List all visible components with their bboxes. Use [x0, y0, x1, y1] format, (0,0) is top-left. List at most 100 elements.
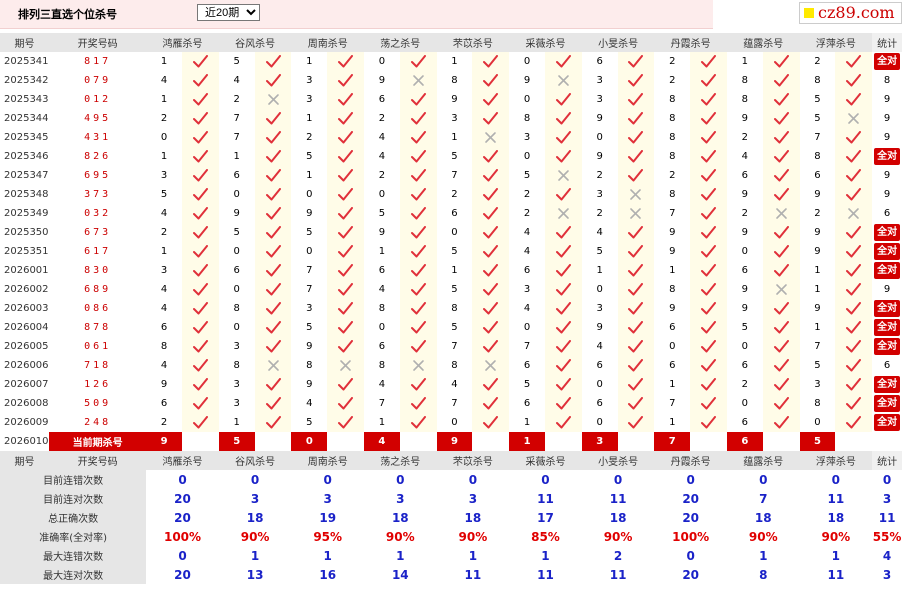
cross-icon: [399, 356, 437, 375]
logo-square-icon: [804, 8, 814, 18]
kill-number: 3: [218, 394, 255, 413]
check-icon: [544, 185, 582, 204]
check-icon: [762, 299, 800, 318]
kill-number: 8: [218, 356, 255, 375]
check-icon: [544, 375, 582, 394]
check-icon: [762, 147, 800, 166]
kill-number: 4: [146, 280, 182, 299]
all-correct-badge: 全对: [874, 376, 901, 393]
kill-number: 0: [291, 185, 328, 204]
table-row: 2025343 012 1 2 3 6 9 0 3 8 8 5 9: [0, 90, 902, 109]
kill-number: 4: [436, 375, 473, 394]
site-logo[interactable]: cz89.com: [799, 2, 902, 24]
row-stat: 9: [883, 132, 891, 143]
check-icon: [254, 128, 292, 147]
table-footer-header: 期号 开奖号码 鸿雁杀号 谷风杀号 周南杀号 荡之杀号 芣苡杀号 采薇杀号 小旻杀号 丹霞杀号 蕴露…: [0, 451, 902, 470]
check-icon: [835, 318, 873, 337]
kill-number: 6: [218, 166, 255, 185]
check-icon: [617, 394, 655, 413]
kill-number: 5: [291, 318, 328, 337]
kill-number: 1: [654, 413, 691, 432]
kill-number: 9: [726, 299, 763, 318]
check-icon: [835, 299, 873, 318]
all-correct-badge: 全对: [874, 148, 901, 165]
kill-number: 1: [146, 242, 182, 261]
kill-number: 1: [654, 261, 691, 280]
kill-number: 8: [799, 147, 836, 166]
row-stat: 9: [883, 189, 891, 200]
draw-number: 509: [84, 398, 112, 409]
kill-number: 7: [436, 166, 473, 185]
stat-value: 0: [323, 472, 332, 487]
check-icon: [327, 90, 364, 109]
stat-value: 11: [537, 491, 554, 506]
row-stat: 9: [883, 284, 891, 295]
kill-number: 0: [218, 280, 255, 299]
period-number: 2025345: [4, 132, 49, 143]
kill-number: 3: [146, 261, 182, 280]
kill-number: 2: [509, 204, 545, 223]
draw-number: 126: [84, 379, 112, 390]
stat-value: 20: [682, 510, 700, 525]
check-icon: [835, 128, 873, 147]
check-icon: [690, 261, 727, 280]
table-row: 2025342 079 4 4 3 9 8 9 3 2 8 8 8: [0, 71, 902, 90]
kill-number: 7: [654, 394, 691, 413]
current-kill-number: 1: [509, 432, 545, 451]
check-icon: [690, 375, 727, 394]
kill-number: 6: [509, 394, 545, 413]
check-icon: [182, 204, 219, 223]
stat-value: 1: [250, 548, 260, 563]
kill-number: 2: [726, 204, 763, 223]
check-icon: [835, 356, 873, 375]
stat-value: 90%: [385, 529, 415, 544]
stat-value: 20: [682, 567, 700, 582]
check-icon: [254, 223, 292, 242]
kill-number: 3: [581, 299, 618, 318]
check-icon: [835, 71, 873, 90]
kill-number: 0: [509, 90, 545, 109]
kill-number: 7: [291, 261, 328, 280]
stat-label: 目前连错次数: [0, 470, 147, 489]
draw-number: 373: [84, 189, 112, 200]
period-number: 2025344: [4, 113, 49, 124]
row-stat: 全对: [872, 299, 902, 318]
stat-value: 18: [464, 510, 482, 525]
check-icon: [399, 413, 437, 432]
kill-number: 2: [654, 52, 691, 71]
kill-number: 5: [509, 166, 545, 185]
check-icon: [690, 299, 727, 318]
row-stat: 全对: [872, 375, 902, 394]
kill-number: 5: [799, 90, 836, 109]
check-icon: [690, 166, 727, 185]
draw-number: 718: [84, 360, 112, 371]
check-icon: [617, 128, 655, 147]
check-icon: [327, 261, 364, 280]
page-title: 排列三直选个位杀号: [18, 8, 117, 21]
kill-number: 9: [218, 204, 255, 223]
kill-number: 2: [799, 204, 836, 223]
check-icon: [327, 128, 364, 147]
check-icon: [182, 128, 219, 147]
draw-number: 617: [84, 246, 112, 257]
stat-value: 3: [468, 491, 478, 506]
stat-value: 20: [174, 491, 191, 506]
check-icon: [399, 204, 437, 223]
header-stat: 统计: [872, 451, 902, 470]
stat-label: 最大连错次数: [0, 546, 147, 565]
kill-number: 2: [364, 166, 400, 185]
cross-icon: [544, 204, 582, 223]
stat-total: 4: [882, 548, 892, 563]
kill-number: 2: [146, 223, 182, 242]
kill-number: 5: [436, 242, 473, 261]
check-icon: [762, 166, 800, 185]
check-icon: [617, 375, 655, 394]
check-icon: [182, 223, 219, 242]
period-number: 2025347: [4, 170, 49, 181]
check-icon: [399, 147, 437, 166]
check-icon: [472, 90, 510, 109]
kill-number: 4: [581, 223, 618, 242]
kill-number: 5: [291, 147, 328, 166]
kill-number: 9: [726, 185, 763, 204]
period-range-select[interactable]: 近20期: [197, 4, 260, 21]
